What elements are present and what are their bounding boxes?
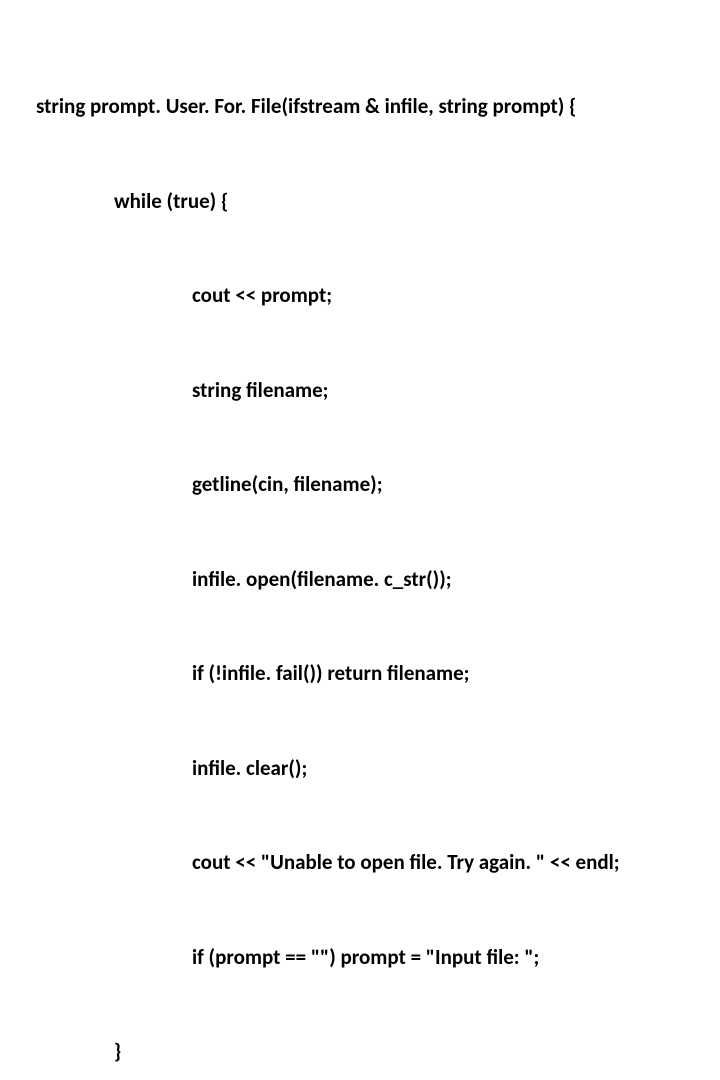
code-line: string filename; (36, 375, 720, 407)
code-line: cout << "Unable to open file. Try again.… (36, 847, 720, 879)
code-line: string prompt. User. For. File(ifstream … (36, 91, 720, 123)
code-line: if (prompt == "") prompt = "Input file: … (36, 942, 720, 974)
code-line: infile. clear(); (36, 753, 720, 785)
code-line: infile. open(filename. c_str()); (36, 564, 720, 596)
code-line: } (36, 1036, 720, 1068)
code-line: getline(cin, filename); (36, 469, 720, 501)
code-snippet: string prompt. User. For. File(ifstream … (36, 28, 720, 1080)
code-line: if (!infile. fail()) return filename; (36, 658, 720, 690)
code-line: cout << prompt; (36, 280, 720, 312)
code-line: while (true) { (36, 186, 720, 218)
